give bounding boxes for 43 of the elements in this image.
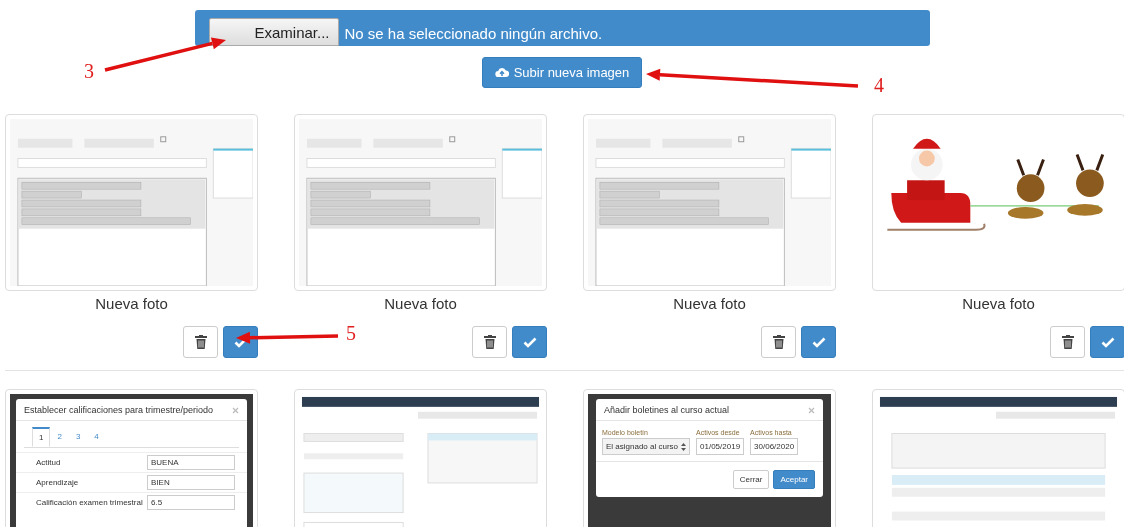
cloud-upload-icon [494, 67, 509, 78]
date-field[interactable]: 01/05/2019 [696, 438, 745, 455]
checkmark-icon [811, 336, 826, 348]
date-field[interactable]: 30/06/2020 [750, 438, 799, 455]
upload-button[interactable]: Subir nueva imagen [481, 57, 643, 88]
grade-field[interactable]: BIEN [147, 475, 235, 490]
photo-caption: Nueva foto [383, 295, 458, 312]
delete-button[interactable] [472, 326, 507, 358]
photo-caption: Nueva foto [672, 295, 747, 312]
checkmark-icon [1100, 336, 1115, 348]
photo-caption: Nueva foto [94, 295, 169, 312]
delete-button[interactable] [761, 326, 796, 358]
confirm-button[interactable] [801, 326, 836, 358]
dialog-title: Añadir boletines al curso actual [604, 405, 730, 415]
dialog-title: Establecer calificaciones para trimestre/periodo [24, 405, 214, 415]
photo-caption: Nueva foto [961, 295, 1036, 312]
tab[interactable]: 3 [68, 427, 88, 447]
tab[interactable]: 1 [32, 427, 51, 447]
trash-icon [772, 335, 785, 349]
grade-field[interactable]: 6.5 [147, 495, 235, 510]
annotation-number: 4 [874, 74, 884, 97]
accept-button[interactable]: Aceptar [773, 470, 815, 489]
delete-button[interactable] [1050, 326, 1085, 358]
spinner-arrows-icon [681, 442, 687, 451]
tab[interactable]: 2 [50, 427, 69, 447]
annotation-number: 3 [84, 60, 94, 83]
tab[interactable]: 4 [87, 427, 106, 447]
browse-button[interactable]: Examinar... [208, 18, 339, 46]
confirm-button[interactable] [512, 326, 547, 358]
confirm-button[interactable] [1090, 326, 1124, 358]
grade-label: Aprendizaje [36, 478, 79, 487]
grade-label: Calificación examen trimestral [36, 498, 143, 507]
file-status-text: No se ha seleccionado ningún archivo. [344, 25, 603, 44]
checkmark-icon [522, 336, 537, 348]
trash-icon [194, 335, 207, 349]
select-field[interactable]: El asignado al curso [602, 438, 691, 455]
close-button[interactable]: Cerrar [732, 470, 770, 489]
grade-field[interactable]: BUENA [147, 455, 235, 470]
grade-label: Actitud [36, 458, 61, 467]
annotation-number: 5 [346, 322, 356, 345]
trash-icon [1061, 335, 1074, 349]
trash-icon [483, 335, 496, 349]
delete-button[interactable] [183, 326, 218, 358]
